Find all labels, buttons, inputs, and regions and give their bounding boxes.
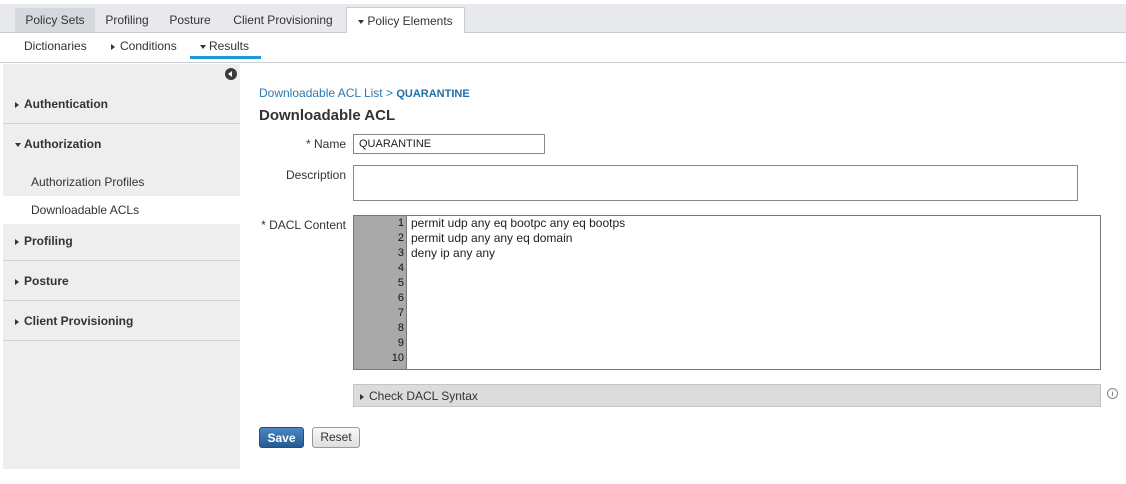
caret-down-icon (15, 142, 21, 147)
name-field[interactable] (353, 134, 545, 154)
check-dacl-syntax-label: Check DACL Syntax (369, 389, 478, 403)
line-number: 8 (397, 322, 404, 334)
line-number: 6 (397, 292, 404, 304)
dacl-content-editor[interactable]: 1 2 3 4 5 6 7 8 9 10 permit udp any eq b… (353, 215, 1101, 370)
description-label: Description (285, 168, 346, 182)
subnav-conditions[interactable]: Conditions (111, 33, 177, 60)
subnav-conditions-label: Conditions (120, 39, 177, 53)
tab-policy-elements-label: Policy Elements (367, 14, 453, 28)
sidebar-section-client-provisioning[interactable]: Client Provisioning (3, 302, 240, 341)
sidebar-section-label: Authentication (24, 97, 108, 111)
tab-policy-sets[interactable]: Policy Sets (15, 8, 95, 32)
check-dacl-syntax-toggle[interactable]: Check DACL Syntax (353, 384, 1101, 407)
subnav-results-label: Results (209, 39, 250, 53)
tab-policy-elements[interactable]: Policy Elements (346, 7, 465, 35)
caret-right-icon (360, 393, 364, 400)
sidebar-section-label: Profiling (24, 234, 73, 248)
sidebar-section-authorization[interactable]: Authorization (3, 125, 240, 164)
line-number: 5 (397, 277, 404, 289)
info-icon[interactable]: i (1107, 388, 1118, 399)
line-number-gutter: 1 2 3 4 5 6 7 8 9 10 (354, 216, 407, 369)
dacl-line[interactable]: permit udp any any eq domain (411, 231, 572, 246)
top-tab-bar: Policy Sets Profiling Posture Client Pro… (0, 4, 1126, 35)
reset-button[interactable]: Reset (312, 427, 360, 448)
line-number: 3 (397, 247, 404, 259)
sub-nav: Dictionaries Conditions Results (0, 33, 1126, 63)
dacl-line[interactable]: permit udp any eq bootpc any eq bootps (411, 216, 625, 231)
sidebar-section-label: Authorization (24, 137, 102, 151)
name-label: * Name (305, 137, 346, 151)
page-title: Downloadable ACL (259, 107, 396, 124)
line-number: 10 (391, 352, 404, 364)
line-number: 4 (397, 262, 404, 274)
caret-right-icon (15, 318, 19, 325)
save-button[interactable]: Save (259, 427, 304, 448)
description-field[interactable] (353, 165, 1078, 201)
subnav-dictionaries[interactable]: Dictionaries (24, 33, 87, 60)
sidebar-section-authentication[interactable]: Authentication (3, 85, 240, 124)
caret-right-icon (15, 101, 19, 108)
sidebar-section-profiling[interactable]: Profiling (3, 222, 240, 261)
sidebar-section-label: Client Provisioning (24, 314, 134, 328)
breadcrumb-parent-link[interactable]: Downloadable ACL List (259, 86, 383, 100)
sidebar-section-posture[interactable]: Posture (3, 262, 240, 301)
subnav-results[interactable]: Results (190, 33, 261, 59)
line-number: 7 (397, 307, 404, 319)
line-number: 1 (397, 217, 404, 229)
breadcrumb-current: QUARANTINE (396, 88, 470, 100)
breadcrumb-separator: > (385, 86, 393, 100)
line-number: 2 (397, 232, 404, 244)
dacl-line[interactable]: deny ip any any (411, 246, 495, 261)
tab-client-provisioning[interactable]: Client Provisioning (224, 8, 342, 32)
caret-right-icon (111, 43, 115, 50)
sidebar-item-authorization-profiles[interactable]: Authorization Profiles (3, 168, 240, 196)
tab-profiling[interactable]: Profiling (97, 8, 157, 32)
sidebar-item-downloadable-acls[interactable]: Downloadable ACLs (3, 196, 240, 224)
collapse-left-icon[interactable] (225, 68, 237, 80)
caret-down-icon (200, 44, 206, 49)
caret-down-icon (358, 19, 365, 24)
dacl-content-label: * DACL Content (261, 218, 346, 232)
sidebar: Authentication Authorization Authorizati… (3, 64, 240, 469)
sidebar-section-label: Posture (24, 274, 69, 288)
caret-right-icon (15, 278, 19, 285)
tab-posture[interactable]: Posture (161, 8, 219, 32)
caret-right-icon (15, 238, 19, 245)
line-number: 9 (397, 337, 404, 349)
breadcrumb: Downloadable ACL List > QUARANTINE (259, 86, 470, 100)
